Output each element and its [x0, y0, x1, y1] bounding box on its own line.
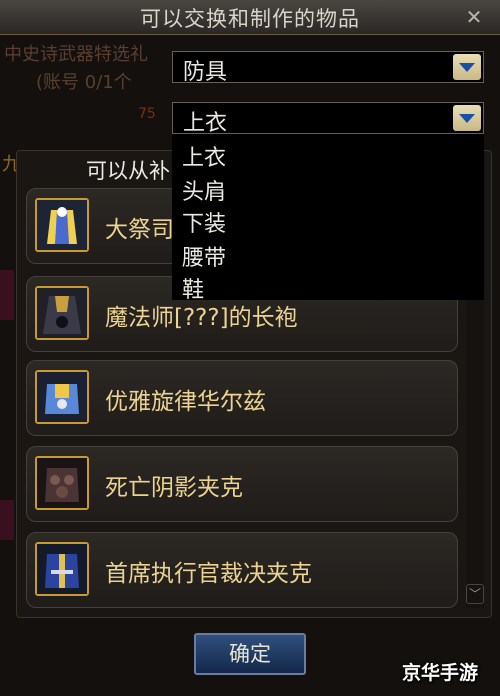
chevron-down-icon: ﹀: [468, 587, 481, 601]
plate-armor-icon: [35, 370, 89, 424]
dark-robe-icon: [35, 286, 89, 340]
dark-jacket-icon: [35, 456, 89, 510]
close-icon: ✕: [465, 5, 483, 29]
item-label: 死亡阴影夹克: [105, 475, 243, 501]
window-title: 可以交换和制作的物品: [140, 7, 360, 31]
confirm-button[interactable]: 确定: [194, 633, 306, 675]
background-decoration: [0, 270, 14, 320]
background-decoration: [0, 500, 14, 540]
list-header: 可以从补: [86, 159, 170, 183]
robe-armor-icon: [35, 198, 89, 252]
blue-jacket-icon: [35, 542, 89, 596]
scroll-down-button[interactable]: ﹀: [466, 584, 484, 604]
item-label: 大祭司: [105, 217, 174, 243]
list-item[interactable]: 死亡阴影夹克: [26, 446, 458, 522]
watermark: 京华手游: [402, 662, 479, 684]
chevron-down-icon[interactable]: [453, 54, 481, 80]
subcategory-select[interactable]: 上衣: [172, 102, 484, 136]
chevron-down-icon[interactable]: [453, 105, 481, 131]
subcategory-select-value: 上衣: [183, 111, 228, 136]
item-label: 首席执行官裁决夹克: [105, 561, 312, 587]
dropdown-option[interactable]: 腰带: [182, 240, 226, 272]
dropdown-option[interactable]: 鞋: [182, 272, 204, 304]
background-text: (账号 0/1个: [36, 72, 132, 93]
dropdown-option[interactable]: 上衣: [182, 140, 226, 172]
list-item[interactable]: 首席执行官裁决夹克: [26, 532, 458, 608]
background-number: 75: [138, 106, 156, 122]
category-select[interactable]: 防具: [172, 51, 484, 85]
dropdown-option[interactable]: 头肩: [182, 174, 226, 206]
category-select-value: 防具: [183, 60, 228, 85]
item-label: 优雅旋律华尔兹: [105, 389, 266, 415]
background-text: 中史诗武器特选礼: [4, 44, 148, 65]
dropdown-option[interactable]: 下装: [182, 206, 226, 238]
list-item[interactable]: 优雅旋律华尔兹: [26, 360, 458, 436]
close-button[interactable]: ✕: [463, 6, 485, 28]
subcategory-dropdown-list: 上衣 头肩 下装 腰带 鞋: [172, 134, 484, 303]
